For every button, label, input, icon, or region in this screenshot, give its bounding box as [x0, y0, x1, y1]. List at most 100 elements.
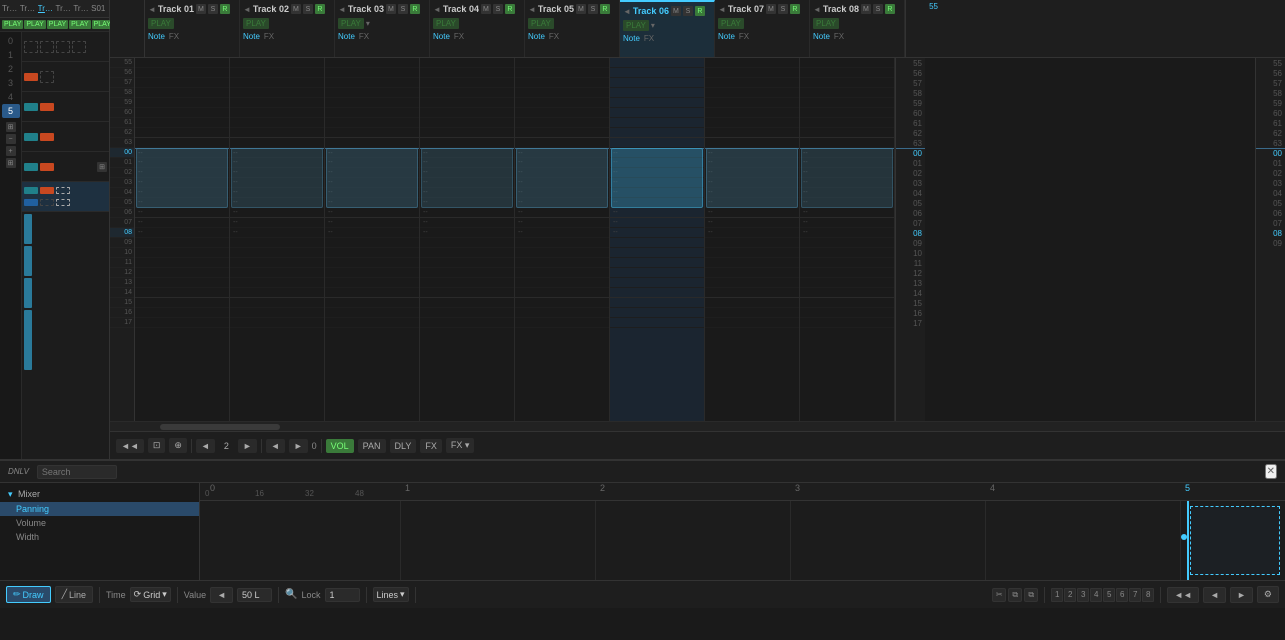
- track-02-solo[interactable]: S: [303, 4, 313, 14]
- outer-num-3[interactable]: 3: [2, 76, 20, 90]
- outer-num-1[interactable]: 1: [2, 48, 20, 62]
- track-02-mute[interactable]: M: [291, 4, 301, 14]
- nav-prev-single-btn[interactable]: ◄: [1203, 587, 1226, 603]
- nav-next-single-btn[interactable]: ►: [1230, 587, 1253, 603]
- track-08-arrow-left[interactable]: ◄: [813, 5, 821, 14]
- transport-rewind[interactable]: ◄◄: [116, 439, 144, 453]
- track-08-note[interactable]: Note: [813, 32, 830, 41]
- track-03-note[interactable]: Note: [338, 32, 355, 41]
- auto-width-item[interactable]: Width: [0, 530, 199, 544]
- grid-icon[interactable]: ⊞: [6, 158, 16, 168]
- lines-dropdown[interactable]: Lines ▾: [373, 587, 409, 602]
- track-02-fx[interactable]: FX: [264, 32, 274, 41]
- automation-search[interactable]: [37, 465, 117, 479]
- track-06-solo[interactable]: S: [683, 6, 693, 16]
- track-08-rec[interactable]: R: [885, 4, 895, 14]
- nav-settings-btn[interactable]: ⚙: [1257, 586, 1279, 603]
- transport-fx[interactable]: FX: [420, 439, 442, 453]
- track-02-play[interactable]: PLAY: [243, 18, 269, 29]
- track-05-fx[interactable]: FX: [549, 32, 559, 41]
- track-08-play[interactable]: PLAY: [813, 18, 839, 29]
- lh-track5[interactable]: Track..: [73, 4, 89, 13]
- track-02-note[interactable]: Note: [243, 32, 260, 41]
- track-07-solo[interactable]: S: [778, 4, 788, 14]
- track-header-05[interactable]: ◄ Track 05 M S R PLAY Note FX: [525, 0, 620, 57]
- track-02-arrow-left[interactable]: ◄: [243, 5, 251, 14]
- track-grid-col-8[interactable]: ------------------: [800, 58, 895, 421]
- auto-volume-item[interactable]: Volume: [0, 516, 199, 530]
- track-01-mute[interactable]: M: [196, 4, 206, 14]
- lh-track2[interactable]: Track..: [20, 4, 36, 13]
- track-08-mute[interactable]: M: [861, 4, 871, 14]
- play-btn-1[interactable]: PLAY: [2, 20, 23, 29]
- automation-close-btn[interactable]: ✕: [1265, 464, 1277, 479]
- track-grid-col-3[interactable]: ------------------: [325, 58, 420, 421]
- lh-s01[interactable]: S01: [91, 4, 107, 13]
- lh-track1[interactable]: Track..: [2, 4, 18, 13]
- left-track-row-5[interactable]: [22, 182, 109, 212]
- draw-tool-btn[interactable]: ✏ Draw: [6, 586, 51, 603]
- paste-btn[interactable]: ⧉: [1024, 588, 1038, 602]
- transport-loop-next[interactable]: ►: [289, 439, 308, 453]
- track-05-solo[interactable]: S: [588, 4, 598, 14]
- track-05-play[interactable]: PLAY: [528, 18, 554, 29]
- value-minus-btn[interactable]: ◄: [210, 587, 233, 603]
- minus-icon[interactable]: −: [6, 134, 16, 144]
- transport-snap[interactable]: ⊡: [148, 438, 166, 453]
- transport-pan[interactable]: PAN: [358, 439, 386, 453]
- main-hscroll-thumb[interactable]: [160, 424, 280, 430]
- transport-dly[interactable]: DLY: [390, 439, 417, 453]
- main-hscroll[interactable]: [110, 421, 1285, 431]
- transport-vol[interactable]: VOL: [326, 439, 354, 453]
- num-btn-3[interactable]: 3: [1077, 588, 1089, 602]
- track-04-solo[interactable]: S: [493, 4, 503, 14]
- track-06-mute[interactable]: M: [671, 6, 681, 16]
- track-header-08[interactable]: ◄ Track 08 M S R PLAY Note FX: [810, 0, 905, 57]
- outer-num-2[interactable]: 2: [2, 62, 20, 76]
- track-04-fx[interactable]: FX: [454, 32, 464, 41]
- track-03-fx[interactable]: FX: [359, 32, 369, 41]
- num-btn-4[interactable]: 4: [1090, 588, 1102, 602]
- track-08-fx[interactable]: FX: [834, 32, 844, 41]
- track-03-arrow-left[interactable]: ◄: [338, 5, 346, 14]
- left-track-row-0[interactable]: [22, 32, 109, 62]
- track-grid-col-6[interactable]: ------------------: [610, 58, 705, 421]
- track-05-rec[interactable]: R: [600, 4, 610, 14]
- track-grid-col-7[interactable]: ------------------: [705, 58, 800, 421]
- left-track-row-2[interactable]: [22, 92, 109, 122]
- track-grid-col-4[interactable]: ------------------: [420, 58, 515, 421]
- track-03-expand[interactable]: ▾: [366, 19, 370, 28]
- track-grid-col-2[interactable]: ------------------: [230, 58, 325, 421]
- track-08-solo[interactable]: S: [873, 4, 883, 14]
- num-btn-8[interactable]: 8: [1142, 588, 1154, 602]
- auto-panning-item[interactable]: Panning: [0, 502, 199, 516]
- track-03-rec[interactable]: R: [410, 4, 420, 14]
- track-06-rec[interactable]: R: [695, 6, 705, 16]
- left-track-row-1[interactable]: [22, 62, 109, 92]
- track-header-06[interactable]: ◄ Track 06 M S R PLAY ▾ Note: [620, 0, 715, 57]
- track-header-01[interactable]: ◄ Track 01 M S R PLAY Note FX: [145, 0, 240, 57]
- track-07-note[interactable]: Note: [718, 32, 735, 41]
- auto-mixer-section[interactable]: ▾ Mixer: [0, 487, 199, 502]
- play-btn-3[interactable]: PLAY: [47, 20, 68, 29]
- track-05-mute[interactable]: M: [576, 4, 586, 14]
- track-03-mute[interactable]: M: [386, 4, 396, 14]
- track-06-expand[interactable]: ▾: [651, 21, 655, 30]
- track-07-fx[interactable]: FX: [739, 32, 749, 41]
- track-04-arrow-left[interactable]: ◄: [433, 5, 441, 14]
- track-07-mute[interactable]: M: [766, 4, 776, 14]
- num-btn-7[interactable]: 7: [1129, 588, 1141, 602]
- plus-icon[interactable]: +: [6, 146, 16, 156]
- track-03-solo[interactable]: S: [398, 4, 408, 14]
- track-header-04[interactable]: ◄ Track 04 M S R PLAY Note FX: [430, 0, 525, 57]
- track-01-play[interactable]: PLAY: [148, 18, 174, 29]
- track-04-rec[interactable]: R: [505, 4, 515, 14]
- track-05-note[interactable]: Note: [528, 32, 545, 41]
- track-01-note[interactable]: Note: [148, 32, 165, 41]
- track-07-rec[interactable]: R: [790, 4, 800, 14]
- outer-num-0[interactable]: 0: [2, 34, 20, 48]
- outer-num-5[interactable]: 5: [2, 104, 20, 118]
- copy-btn[interactable]: ⧉: [1008, 588, 1022, 602]
- row4-expand-icon[interactable]: ⊞: [97, 162, 107, 172]
- num-btn-2[interactable]: 2: [1064, 588, 1076, 602]
